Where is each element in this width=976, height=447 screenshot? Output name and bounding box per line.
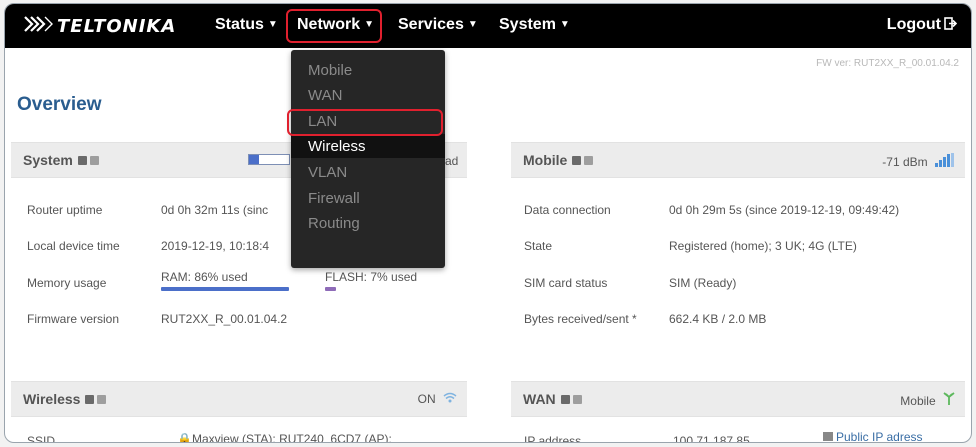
- menu-item-vlan[interactable]: VLAN: [308, 164, 347, 181]
- wireless-ssid: Maxview (STA); RUT240_6CD7 (AP);: [191, 432, 392, 443]
- wan-title-label: WAN: [523, 391, 556, 407]
- system-row-value: 2019-12-19, 10:18:4: [161, 239, 270, 253]
- network-highlight-box: [286, 9, 382, 43]
- logout-button[interactable]: Logout: [886, 16, 958, 34]
- mobile-panel-title: Mobile: [523, 152, 594, 168]
- mobile-row-label: Data connection: [524, 203, 611, 217]
- mobile-row-label: State: [524, 239, 553, 253]
- menu-item-wireless[interactable]: Wireless: [308, 138, 366, 155]
- caret-down-icon: ▼: [559, 19, 570, 30]
- signal-bars-icon: [935, 153, 955, 170]
- system-row-label: Firmware version: [27, 312, 120, 326]
- wireless-status: ON: [418, 392, 457, 406]
- lan-highlight-box: [287, 109, 443, 136]
- wireless-panel-header: Wireless ON: [11, 381, 467, 417]
- settings-icon[interactable]: [584, 155, 594, 165]
- mobile-antenna-icon: [943, 392, 955, 408]
- wan-status-value: Mobile: [900, 394, 936, 408]
- wan-row-label: IP address: [524, 434, 582, 443]
- settings-icon[interactable]: [97, 394, 107, 404]
- public-ip-link[interactable]: Public IP adress: [823, 430, 923, 443]
- menu-item-wan[interactable]: WAN: [308, 87, 342, 104]
- mobile-signal-value: -71 dBm: [882, 155, 928, 169]
- info-icon[interactable]: [85, 394, 95, 404]
- top-navbar: TELTONIKA Status ▼ Network ▼ Services ▼ Sys…: [5, 4, 971, 48]
- mobile-row-label: Bytes received/sent *: [524, 312, 637, 326]
- mobile-row-label: SIM card status: [524, 276, 608, 290]
- caret-down-icon: ▼: [267, 19, 278, 30]
- wireless-panel-title: Wireless: [23, 391, 107, 407]
- mobile-title-label: Mobile: [523, 152, 568, 168]
- mobile-row-value: SIM (Ready): [669, 276, 737, 290]
- system-title-label: System: [23, 152, 73, 168]
- nav-status-label: Status: [215, 16, 264, 33]
- system-row-label: Local device time: [27, 239, 120, 253]
- menu-item-firewall[interactable]: Firewall: [308, 190, 360, 207]
- browser-frame: TELTONIKA Status ▼ Network ▼ Services ▼ Sys…: [4, 3, 972, 443]
- ram-usage-text: RAM: 86% used: [161, 270, 248, 284]
- mobile-signal: -71 dBm: [882, 153, 955, 170]
- wireless-status-value: ON: [417, 392, 436, 406]
- firmware-header: FW ver: RUT2XX_R_00.01.04.2: [816, 58, 959, 69]
- settings-icon[interactable]: [89, 155, 99, 165]
- flash-usage-bar: [325, 287, 336, 291]
- nav-services[interactable]: Services ▼: [398, 16, 478, 34]
- wan-panel-header: WAN Mobile: [511, 381, 965, 417]
- logout-label: Logout: [886, 16, 941, 33]
- wifi-icon: [443, 392, 457, 406]
- caret-down-icon: ▼: [467, 19, 478, 30]
- lock-icon: 🔒: [177, 432, 192, 443]
- nav-status[interactable]: Status ▼: [215, 16, 278, 34]
- settings-icon[interactable]: [572, 394, 582, 404]
- logout-icon: [944, 17, 958, 33]
- system-row-value: RUT2XX_R_00.01.04.2: [161, 312, 288, 326]
- wan-status: Mobile: [900, 392, 955, 408]
- system-row-value: 0d 0h 32m 11s (sinc: [161, 203, 269, 217]
- page-title: Overview: [17, 94, 102, 115]
- public-ip-label: Public IP adress: [836, 430, 923, 443]
- wireless-row-value: 🔒Maxview (STA); RUT240_6CD7 (AP);: [177, 432, 392, 443]
- mobile-panel-header: Mobile -71 dBm: [511, 142, 965, 178]
- nav-services-label: Services: [398, 16, 464, 33]
- network-dropdown-menu: Mobile WAN LAN Wireless VLAN Firewall Ro…: [291, 50, 445, 268]
- nav-system-label: System: [499, 16, 556, 33]
- wan-panel-title: WAN: [523, 391, 582, 407]
- public-ip-icon: [823, 432, 833, 441]
- wan-row-value: 100.71.187.85: [673, 434, 750, 443]
- teltonika-logo-icon: [23, 13, 53, 40]
- info-icon[interactable]: [560, 394, 570, 404]
- system-row-label: Memory usage: [27, 276, 107, 290]
- system-header-value: ad: [445, 154, 459, 168]
- mobile-row-value: 662.4 KB / 2.0 MB: [669, 312, 767, 326]
- system-row-label: Router uptime: [27, 203, 103, 217]
- mobile-row-value: 0d 0h 29m 5s (since 2019-12-19, 09:49:42…: [669, 203, 900, 217]
- brand-name: TELTONIKA: [57, 15, 177, 37]
- mobile-row-value: Registered (home); 3 UK; 4G (LTE): [669, 239, 857, 253]
- menu-item-mobile[interactable]: Mobile: [308, 62, 352, 79]
- system-panel-title: System: [23, 152, 99, 168]
- nav-system[interactable]: System ▼: [499, 16, 570, 34]
- system-load-fill: [249, 155, 259, 164]
- wireless-title-label: Wireless: [23, 391, 81, 407]
- flash-usage-text: FLASH: 7% used: [325, 270, 418, 284]
- teltonika-logo[interactable]: TELTONIKA: [23, 13, 176, 39]
- wireless-row-label: SSID: [27, 434, 56, 443]
- info-icon[interactable]: [572, 155, 582, 165]
- info-icon[interactable]: [77, 155, 87, 165]
- menu-item-routing[interactable]: Routing: [308, 215, 360, 232]
- system-load-bar: [248, 154, 290, 165]
- ram-usage-bar: [161, 287, 289, 291]
